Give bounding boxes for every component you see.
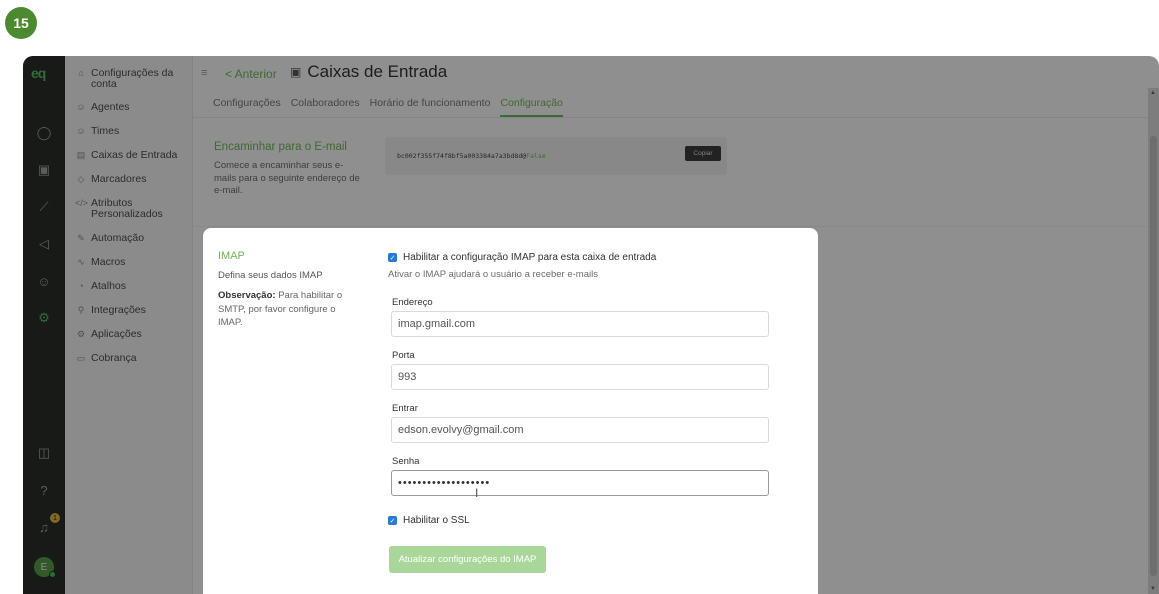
password-input[interactable]: ••••••••••••••••••• [391, 470, 769, 496]
ssl-checkbox[interactable]: ✓ Habilitar o SSL [388, 515, 470, 526]
step-badge: 15 [5, 7, 37, 39]
enable-imap-label: Habilitar a configuração IMAP para esta … [403, 252, 657, 263]
login-label: Entrar [392, 403, 418, 414]
address-input[interactable]: imap.gmail.com [391, 311, 769, 337]
port-input[interactable]: 993 [391, 364, 769, 390]
update-imap-button[interactable]: Atualizar configurações do IMAP [389, 546, 546, 573]
address-label: Endereço [392, 297, 433, 308]
imap-modal: IMAP Defina seus dados IMAP Observação: … [203, 228, 818, 594]
password-label: Senha [392, 456, 420, 467]
imap-title: IMAP [218, 250, 245, 262]
imap-note-label: Observação: [218, 290, 276, 301]
checkbox-checked-icon[interactable]: ✓ [388, 516, 397, 525]
checkbox-checked-icon[interactable]: ✓ [388, 253, 397, 262]
port-label: Porta [392, 350, 415, 361]
text-cursor-icon: I [475, 486, 479, 500]
imap-hint: Ativar o IMAP ajudará o usuário a recebe… [388, 269, 598, 280]
login-input[interactable]: edson.evolvy@gmail.com [391, 417, 769, 443]
imap-note: Observação: Para habilitar o SMTP, por f… [218, 289, 346, 330]
ssl-label: Habilitar o SSL [403, 515, 470, 526]
enable-imap-checkbox[interactable]: ✓ Habilitar a configuração IMAP para est… [388, 252, 656, 263]
imap-subtitle: Defina seus dados IMAP [218, 270, 323, 281]
